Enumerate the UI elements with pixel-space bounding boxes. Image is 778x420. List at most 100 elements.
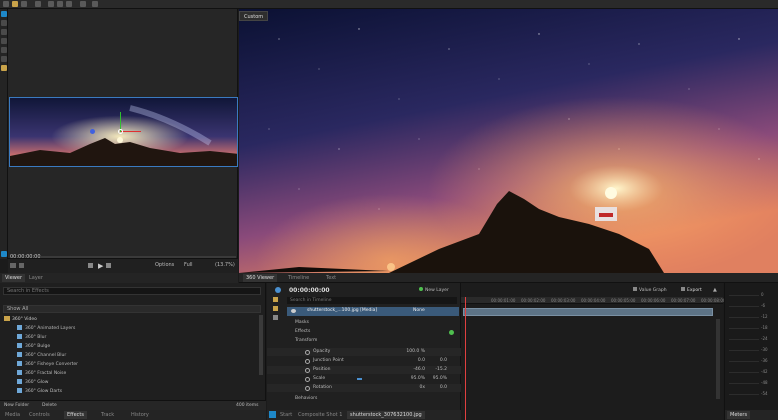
keyframe-icon[interactable] — [305, 350, 310, 355]
zoom-dropdown[interactable]: Full — [184, 262, 193, 268]
fx-item[interactable]: 360° Fisheye Converter — [17, 360, 78, 369]
tab-360-viewer[interactable]: 360 Viewer — [243, 274, 278, 282]
loop-icon[interactable] — [10, 263, 16, 268]
effects-search-input[interactable]: Search in Effects — [3, 287, 261, 295]
next-frame-icon[interactable] — [106, 263, 111, 268]
snap-icon[interactable] — [273, 306, 278, 311]
tab-shutterstock-file[interactable]: shutterstock_307632100.jpg — [347, 411, 425, 419]
tab-meters[interactable]: Meters — [727, 411, 751, 419]
effects-scrollbar[interactable] — [259, 315, 263, 375]
row-opacity[interactable]: Opacity 100.0 % — [267, 348, 461, 356]
360-viewer[interactable] — [239, 9, 778, 273]
zoom-percent: (13.7%) — [215, 262, 235, 268]
tab-effects[interactable]: Effects — [64, 411, 87, 419]
orbit-tool-icon[interactable] — [1, 56, 7, 62]
save-icon[interactable] — [21, 1, 27, 7]
new-icon[interactable] — [3, 1, 9, 7]
fx-item[interactable]: 360° Glow — [17, 378, 48, 387]
brush-tool-icon[interactable] — [1, 65, 7, 71]
tab-text[interactable]: Text — [323, 274, 339, 282]
ruler-mark: 00:00:07:00 — [671, 298, 696, 303]
paste-icon[interactable] — [57, 1, 63, 7]
add-effect-icon[interactable] — [449, 330, 454, 335]
timeline-track-area[interactable]: Value Graph Export ▲ 00:00:01:00 00:00:0… — [461, 283, 725, 420]
row-junction-point[interactable]: Junction Point 0.0 0.0 — [267, 357, 461, 365]
row-effects[interactable]: Effects — [267, 328, 461, 336]
open-icon[interactable] — [12, 1, 18, 7]
hand-tool-icon[interactable] — [1, 20, 7, 26]
settings-icon[interactable] — [35, 1, 41, 7]
tab-timeline[interactable]: Timeline — [285, 274, 312, 282]
redo-icon[interactable] — [92, 1, 98, 7]
tab-custom[interactable]: Custom — [239, 11, 269, 21]
expand-icon[interactable] — [269, 411, 276, 418]
select-tool-icon[interactable] — [1, 11, 7, 17]
keyframe-icon[interactable] — [305, 377, 310, 382]
timeline-scrollbar[interactable] — [716, 319, 720, 399]
play-circle-icon[interactable] — [275, 287, 281, 293]
prev-frame-icon[interactable] — [19, 263, 24, 268]
timeline-search-input[interactable]: Search in Timeline — [287, 297, 457, 304]
link-icon[interactable] — [66, 1, 72, 7]
gizmo-z-handle[interactable] — [90, 129, 95, 134]
ruler-mark: 00:00:06:00 — [641, 298, 666, 303]
fx-item[interactable]: 360° Bulge — [17, 342, 50, 351]
row-scale[interactable]: Scale 95.0% 95.0% — [267, 375, 461, 383]
tab-track[interactable]: Track — [98, 411, 117, 419]
layer-clip[interactable] — [463, 308, 713, 316]
copy-icon[interactable] — [48, 1, 54, 7]
expand-tool-icon[interactable] — [1, 251, 7, 257]
timeline-menu-icon[interactable]: ▲ — [713, 287, 717, 293]
play-icon[interactable]: ▶ — [98, 262, 103, 270]
fx-item[interactable]: 360° Glow Darts — [17, 387, 62, 396]
link-scale-icon[interactable] — [357, 378, 362, 380]
effects-filter-select[interactable]: Show All — [3, 305, 261, 313]
gizmo-center[interactable] — [118, 129, 123, 134]
value-graph-button[interactable]: Value Graph — [633, 287, 667, 293]
options-dropdown[interactable]: Options — [155, 262, 174, 268]
mask-tool-icon[interactable] — [1, 47, 7, 53]
row-transform[interactable]: Transform — [267, 337, 461, 345]
tab-controls[interactable]: Controls — [26, 411, 53, 419]
row-masks[interactable]: Masks — [267, 319, 461, 327]
row-rotation[interactable]: Rotation 0x 0.0 — [267, 384, 461, 392]
gizmo-x-axis[interactable] — [121, 131, 141, 132]
new-layer-button[interactable]: New Layer — [419, 287, 449, 293]
time-ruler[interactable]: 00:00:01:00 00:00:02:00 00:00:03:00 00:0… — [461, 297, 725, 304]
effect-icon — [17, 379, 22, 384]
fx-item[interactable]: 360° Animated Layers — [17, 324, 75, 333]
playhead[interactable] — [465, 297, 466, 420]
equirect-preview[interactable] — [9, 97, 238, 167]
keyframe-icon[interactable] — [305, 368, 310, 373]
tab-layer[interactable]: Layer — [26, 274, 46, 282]
new-folder-button[interactable]: New Folder — [4, 403, 29, 408]
tab-start[interactable]: Start — [277, 411, 295, 419]
fx-folder-360-video[interactable]: 360° Video — [4, 315, 37, 324]
marker-icon[interactable] — [273, 297, 278, 302]
keyframe-icon[interactable] — [305, 386, 310, 391]
tab-composite-shot[interactable]: Composite Shot 1 — [295, 411, 345, 419]
keyframe-icon[interactable] — [305, 359, 310, 364]
audio-meters: 0 -6 -12 -18 -24 -30 -36 -42 -48 -54 Met… — [724, 283, 778, 420]
fx-item[interactable]: 360° Fractal Noise — [17, 369, 66, 378]
layers-icon[interactable] — [273, 315, 278, 320]
layer-row[interactable]: shutterstock_...100.jpg [Media] None — [287, 307, 459, 316]
tab-history[interactable]: History — [128, 411, 152, 419]
tab-viewer[interactable]: Viewer — [2, 274, 25, 282]
delete-button[interactable]: Delete — [42, 403, 57, 408]
tab-media[interactable]: Media — [2, 411, 23, 419]
undo-icon[interactable] — [80, 1, 86, 7]
effect-icon — [17, 388, 22, 393]
panorama-image — [10, 98, 237, 166]
fx-status-bar: New Folder Delete 400 items — [0, 400, 266, 410]
fx-item[interactable]: 360° Channel Blur — [17, 351, 66, 360]
row-position[interactable]: Position -46.0 -15.2 — [267, 366, 461, 374]
fx-item[interactable]: 360° Blur — [17, 333, 46, 342]
stop-icon[interactable] — [88, 263, 93, 268]
text-tool-icon[interactable] — [1, 29, 7, 35]
export-button[interactable]: Export — [681, 287, 702, 293]
blend-mode-select[interactable]: None — [413, 308, 425, 313]
pen-tool-icon[interactable] — [1, 38, 7, 44]
row-behaviors[interactable]: Behaviors — [267, 395, 461, 403]
eye-icon[interactable] — [291, 309, 296, 313]
